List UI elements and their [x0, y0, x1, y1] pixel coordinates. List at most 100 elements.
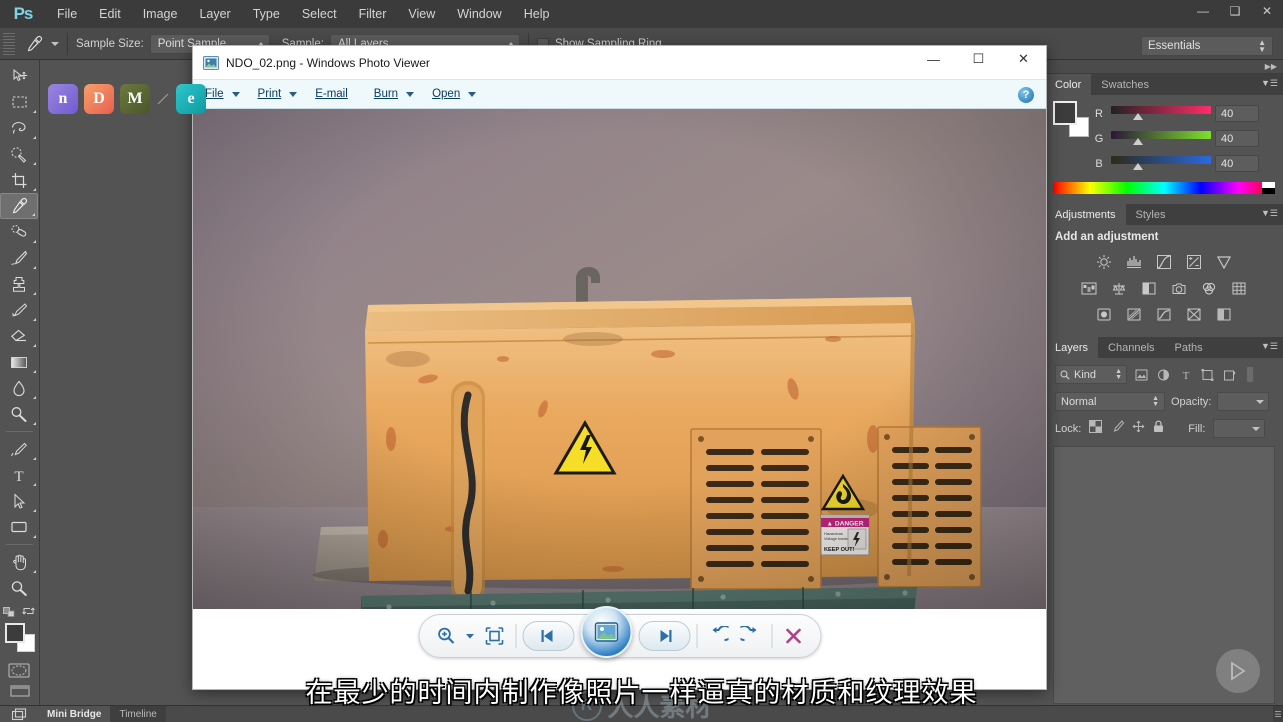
- layer-filter-toggle[interactable]: [1246, 366, 1254, 383]
- hand-tool[interactable]: [0, 549, 38, 575]
- eraser-tool[interactable]: [0, 323, 38, 349]
- photo-viewer-close-button[interactable]: ✕: [1001, 46, 1046, 72]
- app-minimize-button[interactable]: —: [1187, 0, 1219, 22]
- plugin-m-icon[interactable]: M: [120, 84, 150, 114]
- crop-tool[interactable]: [0, 167, 38, 193]
- path-selection-tool[interactable]: [0, 488, 38, 514]
- vibrance-icon[interactable]: [1213, 252, 1235, 272]
- color-slider-knob-r[interactable]: [1133, 112, 1143, 120]
- tab-adjustments[interactable]: Adjustments: [1045, 204, 1126, 225]
- help-icon[interactable]: ?: [1018, 87, 1034, 103]
- panel-collapse-bar[interactable]: ▶▶: [1045, 60, 1283, 74]
- menu-layer[interactable]: Layer: [188, 0, 241, 28]
- horizontal-type-tool[interactable]: T: [0, 462, 38, 488]
- color-balance-icon[interactable]: [1108, 278, 1130, 298]
- blur-tool[interactable]: [0, 375, 38, 401]
- lock-position-icon[interactable]: [1132, 420, 1145, 438]
- dodge-tool[interactable]: [0, 401, 38, 427]
- options-bar-grip[interactable]: [3, 32, 15, 55]
- play-slideshow-button[interactable]: [580, 606, 632, 658]
- black-swatch[interactable]: [1262, 188, 1275, 194]
- levels-icon[interactable]: [1123, 252, 1145, 272]
- next-image-button[interactable]: [638, 621, 690, 651]
- color-spectrum-ramp[interactable]: [1053, 182, 1275, 194]
- color-value-r[interactable]: 40: [1215, 105, 1259, 122]
- rectangle-tool[interactable]: [0, 514, 38, 540]
- color-slider-knob-g[interactable]: [1133, 137, 1143, 145]
- photo-viewer-menu-burn[interactable]: Burn: [374, 88, 398, 100]
- tab-swatches[interactable]: Swatches: [1091, 74, 1159, 95]
- menu-help[interactable]: Help: [513, 0, 561, 28]
- color-swatches[interactable]: [0, 621, 38, 655]
- lasso-tool[interactable]: [0, 115, 38, 141]
- selective-color-icon[interactable]: [1213, 304, 1235, 324]
- pen-tool[interactable]: [0, 436, 38, 462]
- rotate-cw-icon[interactable]: [735, 621, 765, 651]
- photo-viewer-minimize-button[interactable]: —: [911, 46, 956, 72]
- history-brush-tool[interactable]: [0, 297, 38, 323]
- color-value-b[interactable]: 40: [1215, 155, 1259, 172]
- menu-filter[interactable]: Filter: [348, 0, 398, 28]
- color-slider-r[interactable]: [1111, 105, 1211, 122]
- app-restore-button[interactable]: ❑: [1219, 0, 1251, 22]
- lock-all-icon[interactable]: [1153, 419, 1164, 438]
- eyedropper-tool[interactable]: [0, 193, 38, 219]
- shape-filter-icon[interactable]: [1200, 368, 1215, 381]
- photo-viewer-menu-print[interactable]: Print: [258, 88, 282, 100]
- layer-filter-kind-select[interactable]: Kind ▲ ▼: [1055, 365, 1127, 384]
- delete-x-icon[interactable]: [778, 621, 808, 651]
- photo-viewer-image-canvas[interactable]: ▲ DANGER Hazardous Voltage Inside KEEP O…: [193, 109, 1046, 609]
- exposure-icon[interactable]: [1183, 252, 1205, 272]
- brightness-contrast-icon[interactable]: [1093, 252, 1115, 272]
- tab-styles[interactable]: Styles: [1126, 204, 1176, 225]
- plugin-n-icon[interactable]: n: [48, 84, 78, 114]
- layers-panel-menu-icon[interactable]: ▼☰: [1261, 342, 1278, 351]
- layers-list[interactable]: [1053, 446, 1275, 704]
- color-panel-menu-icon[interactable]: ▼☰: [1261, 79, 1278, 88]
- pixel-filter-icon[interactable]: [1134, 369, 1149, 381]
- hue-saturation-icon[interactable]: [1078, 278, 1100, 298]
- photo-viewer-menu-open[interactable]: Open: [432, 88, 460, 100]
- spot-healing-brush-tool[interactable]: [0, 219, 38, 245]
- posterize-icon[interactable]: [1123, 304, 1145, 324]
- brush-tool[interactable]: [0, 245, 38, 271]
- photo-filter-icon[interactable]: [1168, 278, 1190, 298]
- black-white-icon[interactable]: [1138, 278, 1160, 298]
- zoom-tool[interactable]: [0, 575, 38, 601]
- quick-selection-tool[interactable]: [0, 141, 38, 167]
- fit-to-window-icon[interactable]: [479, 621, 509, 651]
- gradient-map-icon[interactable]: [1183, 304, 1205, 324]
- clone-stamp-tool[interactable]: [0, 271, 38, 297]
- app-close-button[interactable]: ✕: [1251, 0, 1283, 22]
- tab-color[interactable]: Color: [1045, 74, 1092, 95]
- lock-image-pixels-icon[interactable]: [1110, 419, 1125, 438]
- color-slider-knob-b[interactable]: [1133, 162, 1143, 170]
- zoom-in-icon[interactable]: [431, 621, 461, 651]
- rectangular-marquee-tool[interactable]: [0, 89, 38, 115]
- photo-viewer-title-bar[interactable]: NDO_02.png - Windows Photo Viewer — ☐ ✕: [193, 46, 1046, 79]
- smart-object-filter-icon[interactable]: [1222, 369, 1237, 381]
- threshold-icon[interactable]: [1153, 304, 1175, 324]
- color-value-g[interactable]: 40: [1215, 130, 1259, 147]
- menu-file[interactable]: File: [46, 0, 88, 28]
- tab-layers[interactable]: Layers: [1045, 337, 1099, 358]
- menu-window[interactable]: Window: [446, 0, 512, 28]
- menu-type[interactable]: Type: [242, 0, 291, 28]
- type-filter-icon[interactable]: T: [1178, 369, 1193, 381]
- channel-mixer-icon[interactable]: [1198, 278, 1220, 298]
- previous-image-button[interactable]: [522, 621, 574, 651]
- blend-mode-select[interactable]: Normal ▲ ▼: [1055, 392, 1165, 411]
- color-panel-foreground-swatch[interactable]: [1053, 101, 1077, 125]
- invert-icon[interactable]: [1093, 304, 1115, 324]
- menu-view[interactable]: View: [397, 0, 446, 28]
- color-lookup-icon[interactable]: [1228, 278, 1250, 298]
- menu-edit[interactable]: Edit: [88, 0, 132, 28]
- tab-channels[interactable]: Channels: [1098, 337, 1164, 358]
- tab-paths[interactable]: Paths: [1165, 337, 1213, 358]
- curves-icon[interactable]: [1153, 252, 1175, 272]
- burn-chevron-down-icon[interactable]: [406, 91, 415, 97]
- foreground-color-swatch[interactable]: [5, 623, 25, 643]
- photo-viewer-menu-email[interactable]: E-mail: [315, 88, 348, 100]
- gradient-tool[interactable]: [0, 349, 38, 375]
- adjustments-panel-menu-icon[interactable]: ▼☰: [1261, 209, 1278, 218]
